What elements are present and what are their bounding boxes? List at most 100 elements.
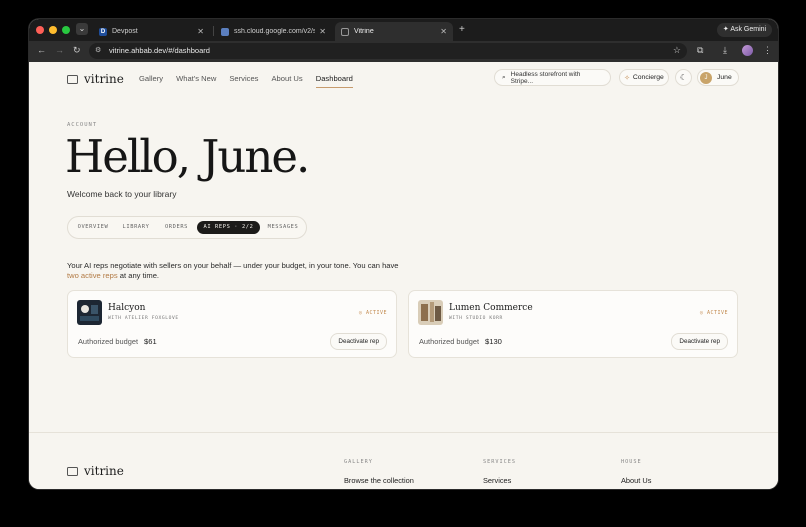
vitrine-logo-icon — [67, 74, 78, 84]
ask-gemini-label: Ask Gemini — [730, 26, 767, 33]
budget-label: Authorized budget — [78, 337, 138, 346]
site-settings-icon[interactable]: ⚙ — [95, 46, 101, 54]
ai-reps-intro: Your AI reps negotiate with sellers on y… — [67, 261, 427, 281]
tab-ssh[interactable]: ssh.cloud.google.com/v2/ssh/ ✕ — [215, 22, 332, 41]
browser-toolbar: ← → ↻ ⚙ vitrine.ahbab.dev/#/dashboard ☆ … — [29, 41, 778, 62]
active-dot-icon: ◎ — [699, 310, 707, 316]
footer-link[interactable]: About Us — [621, 476, 651, 485]
active-reps-link[interactable]: two active reps — [67, 271, 118, 280]
new-tab-plus-icon[interactable]: + — [459, 24, 465, 35]
tab-search-chevron-icon[interactable]: ⌄ — [76, 23, 88, 35]
tab-ai-reps[interactable]: AI REPS · 2/2 — [197, 221, 260, 234]
browser-window: ⌄ D Devpost ✕ ssh.cloud.google.com/v2/ss… — [29, 19, 778, 489]
status-text: ACTIVE — [706, 310, 728, 316]
tab-vitrine[interactable]: Vitrine ✕ — [335, 22, 453, 41]
maximize-window-button[interactable] — [62, 26, 70, 34]
logo-text: vitrine — [84, 72, 124, 86]
user-menu-button[interactable]: J June — [697, 69, 739, 86]
concierge-button[interactable]: ✧ Concierge — [619, 69, 669, 86]
status-badge: ◎ ACTIVE — [359, 310, 387, 316]
close-tab-icon[interactable]: ✕ — [319, 27, 326, 36]
footer-heading: SERVICES — [483, 459, 516, 465]
page-title: Hello, June. — [65, 130, 310, 183]
download-icon[interactable]: ⤓ — [723, 45, 727, 56]
footer-logo[interactable]: vitrine — [67, 464, 124, 478]
nav-services[interactable]: Services — [229, 74, 258, 83]
search-icon: ⌕ — [502, 73, 506, 81]
tab-messages[interactable]: MESSAGES — [262, 221, 304, 234]
rep-card-lumen-commerce: Lumen Commerce WITH STUDIO KORR ◎ ACTIVE… — [408, 290, 738, 358]
rep-thumbnail — [77, 300, 102, 325]
main-nav: Gallery What's New Services About Us Das… — [139, 74, 354, 88]
search-value[interactable]: Headless storefront with Stripe... — [511, 71, 603, 85]
footer-logo-text: vitrine — [84, 464, 124, 478]
theme-toggle-moon-icon[interactable]: ☾ — [675, 69, 692, 86]
intro-text: Your AI reps negotiate with sellers on y… — [67, 261, 399, 270]
footer-column-house: HOUSE About Us — [621, 459, 651, 485]
reload-icon[interactable]: ↻ — [73, 45, 81, 56]
site-logo[interactable]: vitrine — [67, 72, 124, 86]
rep-name: Halcyon — [108, 303, 146, 313]
budget-value: $130 — [485, 337, 502, 346]
page-subtitle: Welcome back to your library — [67, 189, 177, 199]
status-badge: ◎ ACTIVE — [700, 310, 728, 316]
avatar: J — [700, 71, 712, 84]
window-controls — [36, 26, 70, 34]
footer-link[interactable]: Browse the collection — [344, 476, 414, 485]
tab-strip: ⌄ D Devpost ✕ ssh.cloud.google.com/v2/ss… — [29, 19, 778, 41]
tab-library[interactable]: LIBRARY — [116, 221, 156, 234]
rep-studio: WITH STUDIO KORR — [449, 316, 503, 321]
deactivate-rep-button[interactable]: Deactivate rep — [330, 333, 387, 350]
footer-heading: HOUSE — [621, 459, 642, 465]
forward-arrow-icon[interactable]: → — [55, 45, 64, 55]
tab-devpost[interactable]: D Devpost ✕ — [93, 22, 210, 41]
footer-heading: GALLERY — [344, 459, 373, 465]
vitrine-logo-icon — [67, 466, 78, 476]
footer-column-services: SERVICES Services — [483, 459, 516, 485]
extensions-puzzle-icon[interactable]: ⧉ — [697, 45, 703, 56]
section-eyebrow: ACCOUNT — [67, 122, 98, 128]
footer-link[interactable]: Services — [483, 476, 516, 485]
ssh-terminal-icon — [221, 27, 229, 36]
tab-title: ssh.cloud.google.com/v2/ssh/ — [234, 28, 316, 35]
rep-card-halcyon: Halcyon WITH ATELIER FOXGLOVE ◎ ACTIVE A… — [67, 290, 397, 358]
intro-text-end: at any time. — [119, 271, 160, 280]
concierge-label: Concierge — [632, 74, 664, 81]
nav-whats-new[interactable]: What's New — [176, 74, 216, 83]
close-tab-icon[interactable]: ✕ — [197, 27, 204, 36]
status-text: ACTIVE — [365, 310, 387, 316]
budget-value: $61 — [144, 337, 157, 346]
footer-column-gallery: GALLERY Browse the collection — [344, 459, 414, 485]
minimize-window-button[interactable] — [49, 26, 57, 34]
bookmark-star-icon[interactable]: ☆ — [673, 45, 681, 56]
budget-label: Authorized budget — [419, 337, 479, 346]
back-arrow-icon[interactable]: ← — [37, 45, 46, 55]
dashboard-tabs: OVERVIEW LIBRARY ORDERS AI REPS · 2/2 ME… — [67, 216, 307, 239]
nav-dashboard[interactable]: Dashboard — [315, 74, 354, 88]
search-input[interactable]: ⌕ Headless storefront with Stripe... — [494, 69, 611, 86]
nav-gallery[interactable]: Gallery — [139, 74, 163, 83]
tab-orders[interactable]: ORDERS — [158, 221, 195, 234]
footer-divider — [29, 432, 778, 433]
tab-overview[interactable]: OVERVIEW — [72, 221, 114, 234]
profile-avatar[interactable] — [742, 45, 753, 56]
close-window-button[interactable] — [36, 26, 44, 34]
user-name: June — [717, 74, 732, 81]
page-content: vitrine Gallery What's New Services Abou… — [29, 62, 778, 489]
vitrine-icon — [341, 27, 349, 36]
tab-title: Vitrine — [354, 28, 374, 35]
url-text[interactable]: vitrine.ahbab.dev/#/dashboard — [109, 46, 210, 55]
tab-title: Devpost — [112, 28, 138, 35]
rep-studio: WITH ATELIER FOXGLOVE — [108, 316, 179, 321]
rep-thumbnail — [418, 300, 443, 325]
tab-separator — [213, 26, 214, 36]
address-bar[interactable]: ⚙ vitrine.ahbab.dev/#/dashboard ☆ — [89, 43, 687, 59]
devpost-favicon-icon: D — [99, 27, 107, 36]
deactivate-rep-button[interactable]: Deactivate rep — [671, 333, 728, 350]
kebab-menu-icon[interactable]: ⋮ — [763, 45, 772, 56]
sparkle-icon: ✦ — [722, 26, 729, 33]
rep-name: Lumen Commerce — [449, 303, 533, 313]
close-tab-icon[interactable]: ✕ — [440, 27, 447, 36]
ask-gemini-button[interactable]: ✦ Ask Gemini — [717, 23, 772, 37]
nav-about-us[interactable]: About Us — [271, 74, 302, 83]
